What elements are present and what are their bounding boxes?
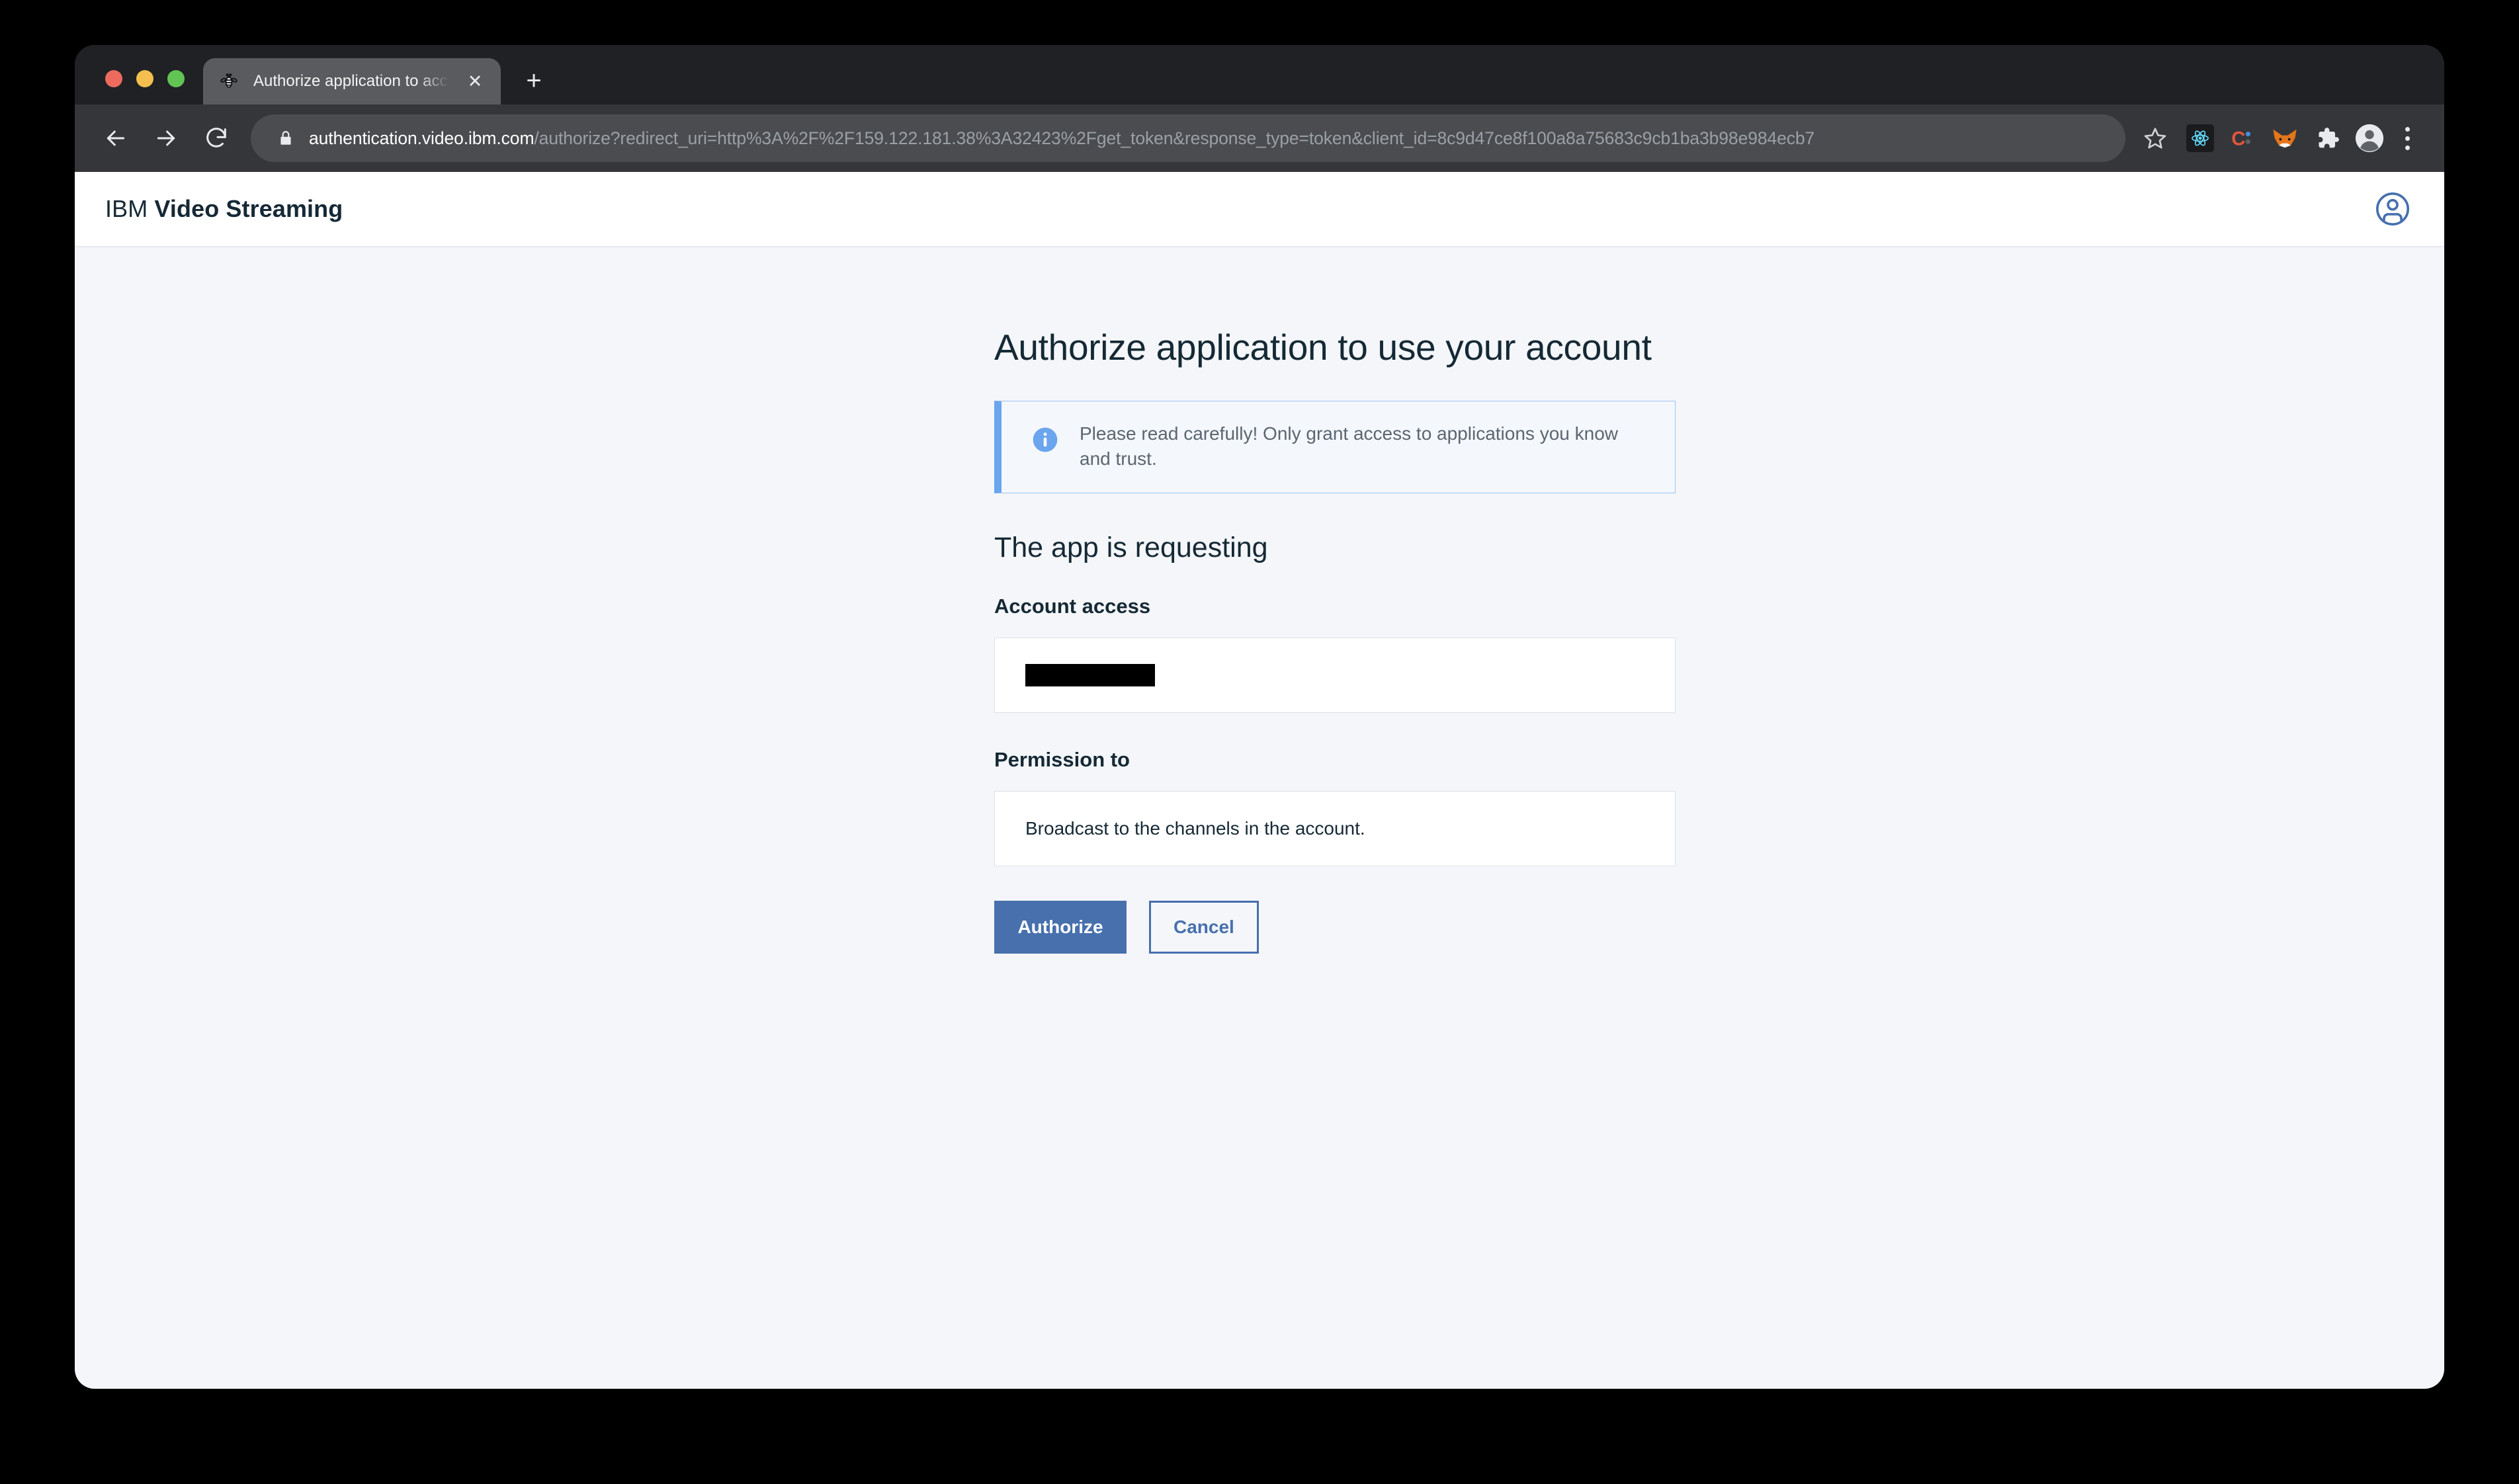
- close-icon[interactable]: ✕: [464, 70, 486, 93]
- permission-item: Broadcast to the channels in the account…: [1025, 817, 1365, 841]
- address-bar[interactable]: authentication.video.ibm.com/authorize?r…: [251, 114, 2125, 162]
- cancel-button[interactable]: Cancel: [1149, 901, 1259, 954]
- c-extension-icon[interactable]: C: [2227, 123, 2258, 153]
- brand-name: Video Streaming: [154, 195, 343, 222]
- forward-icon[interactable]: [141, 113, 191, 163]
- extensions-puzzle-icon[interactable]: [2312, 123, 2342, 153]
- info-banner-text: Please read carefully! Only grant access…: [1080, 421, 1635, 472]
- permission-label: Permission to: [994, 747, 1676, 772]
- info-circle-icon: [1031, 425, 1060, 458]
- tab-strip: Authorize application to access ✕ +: [75, 45, 2444, 104]
- browser-window: Authorize application to access ✕ +: [75, 45, 2444, 1389]
- authorize-button[interactable]: Authorize: [994, 901, 1127, 954]
- address-bar-url: authentication.video.ibm.com/authorize?r…: [309, 128, 2111, 149]
- new-tab-button[interactable]: +: [515, 62, 552, 99]
- window-controls[interactable]: [95, 70, 203, 104]
- site-header: IBM Video Streaming: [75, 172, 2444, 247]
- lock-icon: [275, 127, 297, 149]
- brand-prefix: IBM: [105, 195, 148, 222]
- metamask-fox-extension-icon[interactable]: [2270, 123, 2300, 153]
- permission-card: Broadcast to the channels in the account…: [994, 791, 1676, 866]
- account-access-label: Account access: [994, 594, 1676, 619]
- info-banner: Please read carefully! Only grant access…: [994, 401, 1676, 493]
- page-body: Authorize application to use your accoun…: [75, 247, 2444, 1389]
- site-brand[interactable]: IBM Video Streaming: [105, 195, 343, 223]
- browser-tab[interactable]: Authorize application to access ✕: [203, 58, 501, 104]
- action-buttons: Authorize Cancel: [994, 901, 1676, 954]
- extension-icons: C: [2180, 123, 2385, 153]
- account-access-card: [994, 638, 1676, 713]
- address-bar-path: /authorize?redirect_uri=http%3A%2F%2F159…: [534, 128, 1815, 148]
- window-maximize-button[interactable]: [167, 70, 185, 87]
- bookmark-star-icon[interactable]: [2135, 118, 2176, 159]
- tab-title: Authorize application to access: [253, 71, 449, 91]
- svg-text:C: C: [2231, 128, 2245, 150]
- page-title: Authorize application to use your accoun…: [994, 325, 1676, 369]
- page-viewport: IBM Video Streaming Authorize applicatio…: [75, 172, 2444, 1389]
- back-icon[interactable]: [91, 113, 141, 163]
- user-circle-icon[interactable]: [2371, 188, 2414, 230]
- window-minimize-button[interactable]: [136, 70, 153, 87]
- requesting-lead: The app is requesting: [994, 530, 1676, 565]
- auth-content-column: Authorize application to use your accoun…: [994, 247, 1676, 954]
- profile-avatar-icon[interactable]: [2354, 123, 2385, 153]
- browser-toolbar: authentication.video.ibm.com/authorize?r…: [75, 104, 2444, 172]
- react-devtools-extension-icon[interactable]: [2185, 123, 2215, 153]
- address-bar-host: authentication.video.ibm.com: [309, 128, 534, 148]
- bee-favicon: [219, 71, 239, 91]
- reload-icon[interactable]: [191, 113, 241, 163]
- window-close-button[interactable]: [105, 70, 122, 87]
- browser-menu-kebab-icon[interactable]: [2390, 118, 2424, 158]
- redacted-account-name: [1025, 664, 1155, 686]
